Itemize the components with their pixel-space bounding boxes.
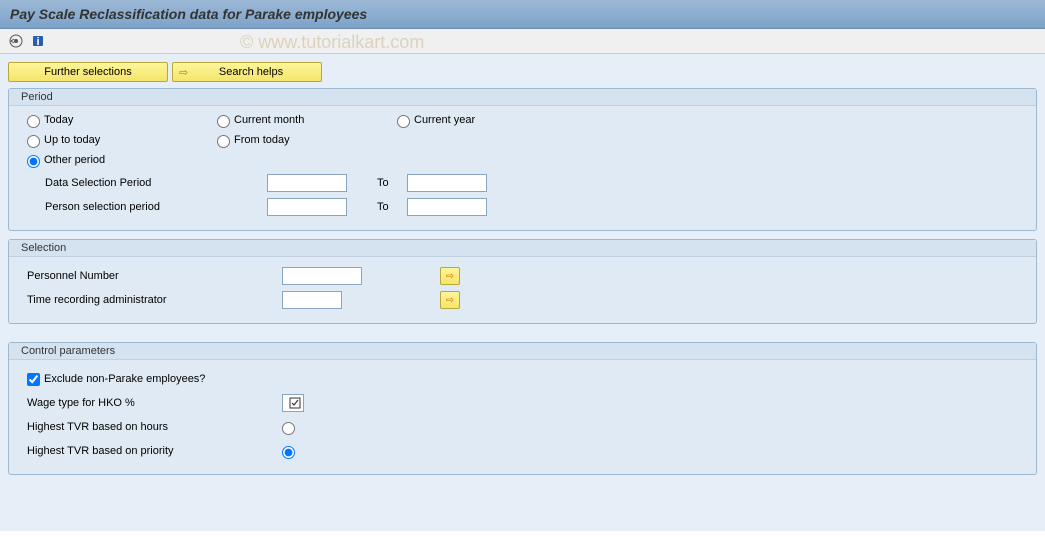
data-selection-from-input[interactable] [267,174,347,192]
radio-current-year-label: Current year [414,114,475,126]
data-selection-period-label: Data Selection Period [27,177,267,189]
time-recording-admin-input[interactable] [282,291,342,309]
highest-tvr-hours-radio[interactable] [282,422,295,435]
wage-type-hko-input[interactable] [282,394,304,412]
time-recording-admin-multi-button[interactable]: ⇨ [440,291,460,309]
to-label-2: To [377,201,407,213]
content-area: Further selections ⇨ Search helps Period… [0,54,1045,531]
radio-current-month[interactable]: Current month [217,112,397,128]
person-selection-period-label: Person selection period [27,201,267,213]
to-label-1: To [377,177,407,189]
data-selection-to-input[interactable] [407,174,487,192]
radio-from-today[interactable]: From today [217,132,397,148]
further-selections-label: Further selections [44,66,131,78]
svg-text:i: i [36,36,39,48]
person-selection-from-input[interactable] [267,198,347,216]
exclude-non-parake-label: Exclude non-Parake employees? [44,373,205,385]
toolbar: i [0,29,1045,54]
info-icon[interactable]: i [30,33,46,49]
exclude-non-parake-checkbox[interactable]: Exclude non-Parake employees? [27,370,205,389]
radio-other-period-label: Other period [44,154,105,166]
time-recording-admin-label: Time recording administrator [27,294,282,306]
arrow-right-icon: ⇨ [179,66,188,79]
radio-up-to-today[interactable]: Up to today [27,132,217,148]
personnel-number-multi-button[interactable]: ⇨ [440,267,460,285]
personnel-number-label: Personnel Number [27,270,282,282]
highest-tvr-priority-label: Highest TVR based on priority [27,445,282,457]
search-helps-button[interactable]: ⇨ Search helps [172,62,322,82]
period-group-title: Period [9,89,1036,106]
highest-tvr-hours-label: Highest TVR based on hours [27,421,282,433]
radio-other-period[interactable]: Other period [27,152,217,168]
execute-icon[interactable] [8,33,24,49]
control-parameters-group: Control parameters Exclude non-Parake em… [8,342,1037,475]
page-title: Pay Scale Reclassification data for Para… [0,0,1045,29]
search-helps-label: Search helps [219,66,283,78]
radio-today-label: Today [44,114,73,126]
button-row: Further selections ⇨ Search helps [8,62,1037,82]
radio-current-month-label: Current month [234,114,304,126]
selection-group-title: Selection [9,240,1036,257]
person-selection-to-input[interactable] [407,198,487,216]
wage-type-hko-label: Wage type for HKO % [27,397,282,409]
radio-from-today-label: From today [234,134,290,146]
control-parameters-title: Control parameters [9,343,1036,360]
further-selections-button[interactable]: Further selections [8,62,168,82]
radio-current-year[interactable]: Current year [397,112,547,128]
period-group: Period Today Current month Current year … [8,88,1037,231]
highest-tvr-priority-radio[interactable] [282,446,295,459]
radio-today[interactable]: Today [27,112,217,128]
radio-up-to-today-label: Up to today [44,134,100,146]
personnel-number-input[interactable] [282,267,362,285]
selection-group: Selection Personnel Number ⇨ Time record… [8,239,1037,324]
value-help-icon [289,397,301,409]
